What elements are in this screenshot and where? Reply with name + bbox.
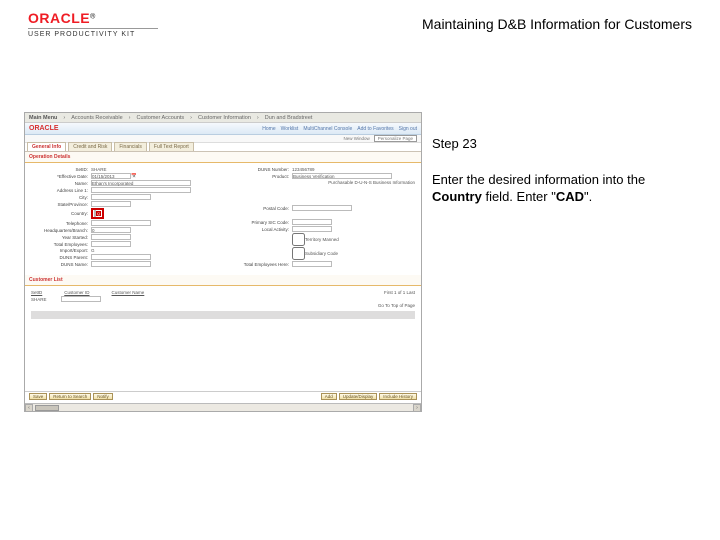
scroll-thumb[interactable] [35,405,59,411]
scroll-left-icon[interactable]: ‹ [25,404,33,412]
addr-label: Address Line 1: [31,188,91,193]
scroll-right-icon[interactable]: › [413,404,421,412]
name-label: Name: [31,181,91,186]
postal-field[interactable] [292,205,352,211]
hq-field[interactable]: 0 [91,227,131,233]
name-field[interactable]: Ethan's Incorporated [91,180,191,186]
row-custid-field[interactable] [61,296,101,302]
yrstarted-label: Year Started: [31,235,91,240]
phone-field[interactable] [91,220,151,226]
tab-credit-risk[interactable]: Credit and Risk [68,142,112,151]
nav-item[interactable]: Customer Information [198,115,251,121]
link-home[interactable]: Home [262,126,275,132]
pager-text[interactable]: First 1 of 1 Last [384,290,415,295]
link-worklist[interactable]: Worklist [281,126,299,132]
section-customer-list: Customer List [25,275,421,286]
include-history-button[interactable]: Include History [379,393,417,400]
nav-item[interactable]: Customer Accounts [136,115,184,121]
tab-general-info[interactable]: General Info [27,142,66,151]
duns-value: 123456789 [292,167,315,172]
col-custname[interactable]: Customer Name [112,290,145,295]
country-highlight: Q [91,208,104,219]
hq-label: Headquarters/Branch: [31,228,91,233]
territory-manned-checkbox[interactable] [292,233,305,246]
goto-top-link[interactable]: Go To Top of Page [378,303,415,308]
postal-label: Postal Code: [232,206,292,211]
return-search-button[interactable]: Return to Search [49,393,91,400]
purchasable-label: Purchasable D-U-N-S Business Information [328,180,415,185]
step-instruction: Enter the desired information into the C… [432,171,692,206]
primsic-label: Primary SIC Code: [232,220,292,225]
yrstarted-field[interactable] [91,234,131,240]
lookup-icon[interactable]: Q [96,211,101,216]
effdate-field[interactable]: 01/15/2013 [91,173,131,179]
dunsparent-field[interactable] [91,254,151,260]
col-custid[interactable]: Customer ID [64,290,89,295]
link-signout[interactable]: Sign out [399,126,417,132]
import-label: Import/Export: [31,248,91,253]
tab-full-text[interactable]: Full Text Report [149,142,194,151]
emphere-field[interactable] [292,261,332,267]
target-field-name: Country [432,189,482,204]
nav-main-menu[interactable]: Main Menu [29,115,57,121]
addr-field[interactable] [91,187,191,193]
dunsname-label: DUNS Name: [31,262,91,267]
oracle-upk-logo: ORACLE® USER PRODUCTIVITY KIT [28,10,158,38]
personalize-page-button[interactable]: Personalize Page [374,135,417,142]
subsidiary-checkbox[interactable] [292,247,305,260]
logo-text: ORACLE [28,10,90,26]
emp-field[interactable] [91,241,131,247]
dunsname-field[interactable] [91,261,151,267]
save-button[interactable]: Save [29,393,47,400]
step-number: Step 23 [432,135,692,153]
nav-item[interactable]: Accounts Receivable [71,115,122,121]
section-operation-details: Operation Details [25,152,421,163]
new-window-link[interactable]: New Window [343,136,369,141]
horizontal-scrollbar[interactable]: ‹ › [25,403,421,411]
emp-label: Total Employees: [31,242,91,247]
country-label: Country: [31,211,91,216]
embedded-screenshot: Main Menu ›Accounts Receivable ›Customer… [24,112,422,412]
row-setid: SHARE [31,297,61,302]
add-button[interactable]: Add [321,393,337,400]
nav-item[interactable]: Dun and Bradstreet [265,115,313,121]
grey-divider [31,311,415,319]
oracle-brand: ORACLE [29,125,59,132]
notify-button[interactable]: Notify [93,393,113,400]
territory-manned-label: Territory Manned [305,237,339,242]
localact-label: Local Activity: [232,227,292,232]
city-label: City: [31,195,91,200]
update-display-button[interactable]: Update/Display [339,393,378,400]
subsidiary-label: Subsidiary Code [305,251,338,256]
link-multichannel[interactable]: MultiChannel Console [303,126,352,132]
effdate-label: *Effective Date: [31,174,91,179]
emphere-label: Total Employees Here: [232,262,292,267]
setid-value: SHARE [91,167,107,172]
primsic-field[interactable] [292,219,332,225]
duns-label: DUNS Number: [232,167,292,172]
col-setid[interactable]: SetID [31,290,42,295]
region-label: State/Province: [31,202,91,207]
import-value: G [91,248,95,253]
city-field[interactable] [91,194,151,200]
logo-subtitle: USER PRODUCTIVITY KIT [28,31,158,38]
setid-label: SetID: [31,167,91,172]
dunsparent-label: DUNS Parent: [31,255,91,260]
localact-field[interactable] [292,226,332,232]
product-label: Product: [232,174,292,179]
phone-label: Telephone: [31,221,91,226]
product-field[interactable]: Business Verification [292,173,392,179]
calendar-icon[interactable]: 📅 [131,173,137,179]
tab-financials[interactable]: Financials [114,142,147,151]
page-title: Maintaining D&B Information for Customer… [422,16,692,32]
region-field[interactable] [91,201,131,207]
logo-registered: ® [90,13,95,20]
link-favorites[interactable]: Add to Favorites [357,126,393,132]
entry-value: CAD [556,189,584,204]
